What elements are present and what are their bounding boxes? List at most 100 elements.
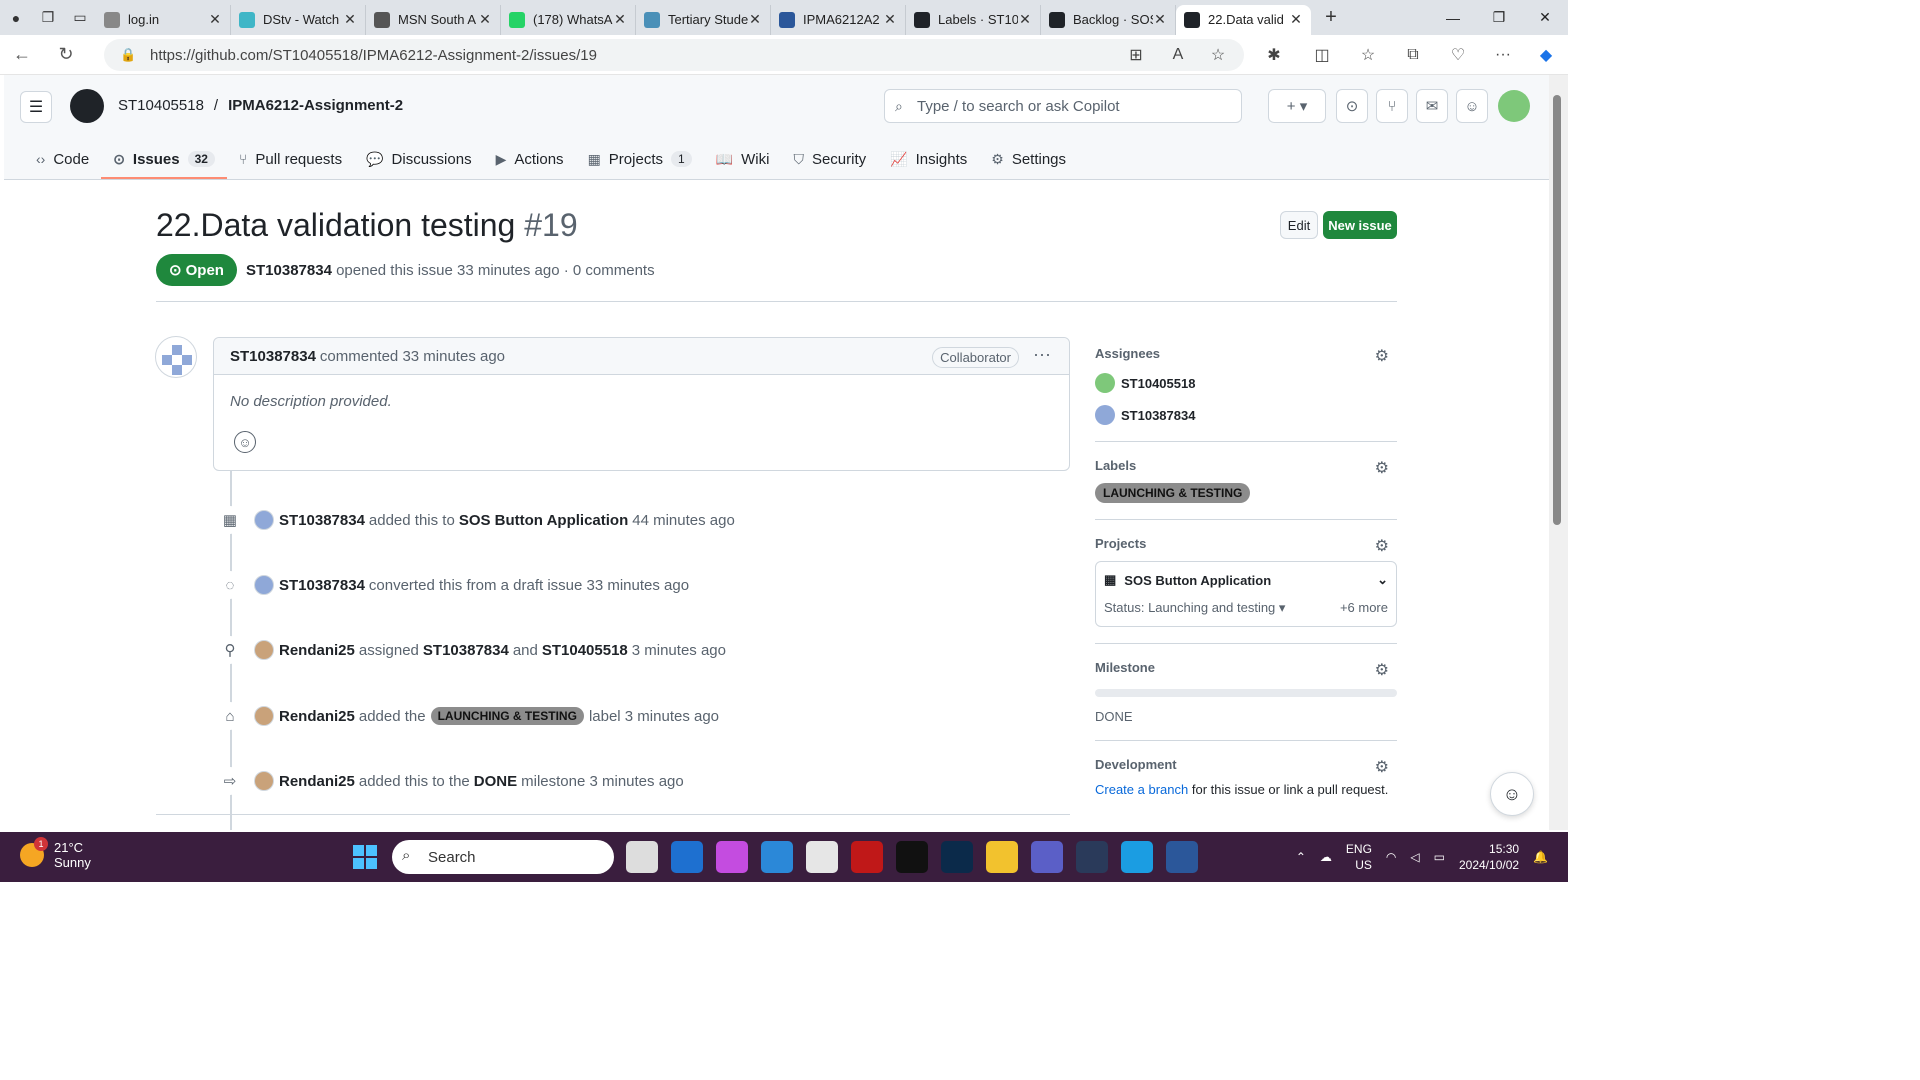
browser-tab[interactable]: IPMA6212A2 ✕ [771, 4, 906, 35]
event-actor[interactable]: Rendani25 [279, 708, 355, 725]
milestone-link[interactable]: DONE [474, 773, 517, 790]
close-tab-icon[interactable]: ✕ [1289, 11, 1303, 28]
project-card[interactable]: ▦ SOS Button Application ⌄ Status: Launchi… [1095, 561, 1397, 627]
tab-projects[interactable]: ▦ Projects 1 [576, 139, 704, 179]
weather-widget[interactable]: 1 21°C Sunny [20, 837, 91, 870]
milestone-name[interactable]: DONE [1095, 709, 1397, 724]
event-actor[interactable]: Rendani25 [279, 773, 355, 790]
tab-security[interactable]: ⛉ Security [781, 139, 878, 179]
github-logo-icon[interactable] [70, 89, 104, 123]
edge-icon[interactable] [1121, 841, 1153, 873]
volume-icon[interactable]: ◁ [1410, 850, 1419, 864]
issues-icon[interactable]: ⊙ [1336, 89, 1368, 123]
gear-icon[interactable]: ⚙ [1375, 757, 1389, 777]
netflix-icon[interactable] [896, 841, 928, 873]
browser-tab[interactable]: DStv - Watch ✕ [231, 4, 366, 35]
clock[interactable]: 15:30 2024/10/02 [1459, 841, 1519, 873]
tab-pull-requests[interactable]: ⑂ Pull requests [227, 139, 354, 179]
windows-start-icon[interactable] [353, 845, 377, 869]
chevron-up-icon[interactable]: ⌃ [1296, 850, 1306, 864]
copilot-chat-icon[interactable]: ☺ [1490, 772, 1534, 816]
copilot-chat-icon[interactable]: ☺ [1456, 89, 1488, 123]
myhp-icon[interactable] [671, 841, 703, 873]
comment-author[interactable]: ST10387834 [230, 348, 316, 365]
close-tab-icon[interactable]: ✕ [208, 11, 222, 28]
tab-issues[interactable]: ⊙ Issues 32 [101, 139, 227, 179]
browser-tab[interactable]: 22.Data valid ✕ [1176, 4, 1311, 35]
more-fields-link[interactable]: +6 more [1340, 600, 1388, 616]
assignee-item[interactable]: ST10405518 [1095, 373, 1397, 393]
edit-button[interactable]: Edit [1280, 211, 1318, 239]
browser-tab[interactable]: Backlog · SOS ✕ [1041, 4, 1176, 35]
language-indicator[interactable]: ENG US [1346, 841, 1372, 873]
owner-link[interactable]: ST10405518 [118, 97, 204, 114]
browser-tab[interactable]: MSN South A ✕ [366, 4, 501, 35]
gear-icon[interactable]: ⚙ [1375, 346, 1389, 366]
tab-settings[interactable]: ⚙ Settings [979, 139, 1078, 179]
create-new-button[interactable]: + ▾ [1268, 89, 1326, 123]
disney-plus-icon[interactable] [941, 841, 973, 873]
mcafee-icon[interactable] [851, 841, 883, 873]
workspaces-icon[interactable]: ❐ [32, 0, 64, 35]
avatar[interactable] [155, 336, 197, 378]
kebab-menu-icon[interactable]: ··· [1033, 344, 1051, 365]
event-actor[interactable]: ST10387834 [279, 512, 365, 529]
close-tab-icon[interactable]: ✕ [883, 11, 897, 28]
project-link[interactable]: SOS Button Application [459, 512, 628, 529]
back-icon[interactable]: ← [0, 35, 44, 75]
assignee-item[interactable]: ST10387834 [1095, 405, 1397, 425]
wifi-icon[interactable]: ◠ [1386, 850, 1396, 864]
avatar[interactable] [254, 771, 274, 791]
read-aloud-icon[interactable]: A [1160, 35, 1196, 75]
label-chip[interactable]: LAUNCHING & TESTING [430, 707, 584, 725]
create-branch-link[interactable]: Create a branch [1095, 782, 1188, 797]
close-tab-icon[interactable]: ✕ [613, 11, 627, 28]
tab-code[interactable]: ‹› Code [24, 139, 101, 179]
label-chip[interactable]: LAUNCHING & TESTING [1095, 483, 1251, 503]
favorites-icon[interactable]: ☆ [1350, 35, 1386, 75]
event-actor[interactable]: Rendani25 [279, 642, 355, 659]
avatar[interactable] [254, 510, 274, 530]
browser-tab[interactable]: Labels · ST10 ✕ [906, 4, 1041, 35]
gear-icon[interactable]: ⚙ [1375, 536, 1389, 556]
close-tab-icon[interactable]: ✕ [1018, 11, 1032, 28]
taskbar-search[interactable]: ⌕ Search [392, 840, 614, 874]
extensions-icon[interactable]: ✱ [1256, 35, 1292, 75]
inbox-icon[interactable]: ✉ [1416, 89, 1448, 123]
menu-icon[interactable]: ☰ [20, 91, 52, 123]
close-window-icon[interactable]: ✕ [1522, 0, 1568, 35]
new-issue-button[interactable]: New issue [1323, 211, 1397, 239]
notifications-bell-icon[interactable]: 🔔 [1533, 850, 1548, 864]
minimize-icon[interactable]: — [1430, 0, 1476, 35]
store-icon[interactable] [806, 841, 838, 873]
close-tab-icon[interactable]: ✕ [343, 11, 357, 28]
more-menu-icon[interactable]: ··· [1485, 35, 1521, 75]
avatar[interactable] [254, 575, 274, 595]
avatar[interactable] [254, 706, 274, 726]
close-tab-icon[interactable]: ✕ [748, 11, 762, 28]
pull-requests-icon[interactable]: ⑂ [1376, 89, 1408, 123]
close-tab-icon[interactable]: ✕ [478, 11, 492, 28]
browser-tab[interactable]: log.in ✕ [96, 4, 231, 35]
gear-icon[interactable]: ⚙ [1375, 458, 1389, 478]
add-reaction-icon[interactable]: ☺ [234, 431, 256, 453]
chevron-down-icon[interactable]: ⌄ [1377, 572, 1388, 588]
file-explorer-icon[interactable] [986, 841, 1018, 873]
teams-icon[interactable] [1031, 841, 1063, 873]
battery-icon[interactable]: ▭ [1434, 850, 1445, 864]
project-name[interactable]: SOS Button Application [1124, 573, 1271, 588]
repo-link[interactable]: IPMA6212-Assignment-2 [228, 97, 403, 114]
favorite-star-icon[interactable]: ☆ [1200, 35, 1236, 75]
close-tab-icon[interactable]: ✕ [1153, 11, 1167, 28]
tab-insights[interactable]: 📈 Insights [878, 139, 979, 179]
tab-actions-icon[interactable]: ▭ [64, 0, 96, 35]
task-view-icon[interactable] [626, 841, 658, 873]
browser-essentials-icon[interactable]: ♡ [1440, 35, 1476, 75]
word-icon[interactable] [1166, 841, 1198, 873]
avatar[interactable] [254, 640, 274, 660]
assignee-link[interactable]: ST10405518 [542, 642, 628, 659]
scrollbar[interactable] [1549, 75, 1568, 830]
browser-tab[interactable]: (178) WhatsA ✕ [501, 4, 636, 35]
app-available-icon[interactable]: ⊞ [1118, 35, 1154, 75]
media-app-icon[interactable] [1076, 841, 1108, 873]
